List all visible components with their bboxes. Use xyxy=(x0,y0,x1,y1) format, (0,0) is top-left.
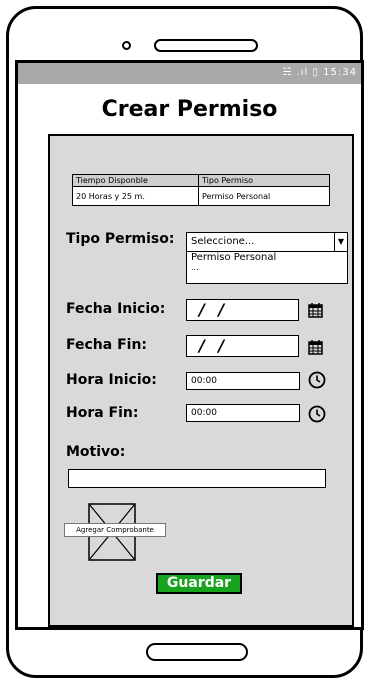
hora-fin-input[interactable]: 00:00 xyxy=(186,404,300,422)
info-col2-value: Permiso Personal xyxy=(202,192,271,201)
fecha-inicio-label: Fecha Inicio: xyxy=(66,301,166,317)
home-button[interactable] xyxy=(146,643,248,661)
add-comprobante-button[interactable]: Agregar Comprobante xyxy=(64,523,166,537)
tipo-permiso-label: Tipo Permiso: xyxy=(66,231,175,247)
tipo-permiso-selected: Seleccione... xyxy=(191,236,255,247)
fecha-fin-label: Fecha Fin: xyxy=(66,337,148,353)
calendar-icon[interactable] xyxy=(308,339,323,355)
clock-icon[interactable] xyxy=(308,405,326,423)
option-permiso-personal[interactable]: Permiso Personal xyxy=(191,252,347,264)
speaker-icon xyxy=(154,39,258,52)
hora-inicio-input[interactable]: 00:00 xyxy=(186,372,300,390)
option-more[interactable]: ... xyxy=(191,264,347,272)
tipo-permiso-select[interactable]: Seleccione... ▼ xyxy=(186,232,348,252)
clock-icon[interactable] xyxy=(308,371,326,389)
fecha-inicio-input[interactable]: / / xyxy=(186,299,299,321)
hora-inicio-label: Hora Inicio: xyxy=(66,372,157,388)
motivo-input[interactable] xyxy=(68,469,326,488)
calendar-icon[interactable] xyxy=(308,302,323,318)
fecha-fin-input[interactable]: / / xyxy=(186,335,299,357)
hora-fin-label: Hora Fin: xyxy=(66,405,139,421)
page-title: Crear Permiso xyxy=(101,97,278,122)
info-col2-header: Tipo Permiso xyxy=(199,175,329,187)
form-panel: Tiempo Disponble Tipo Permiso 20 Horas y… xyxy=(48,134,354,627)
screen: ☵ .ıl ▯ 15:34 Crear Permiso Tiempo Dispo… xyxy=(15,60,364,630)
info-table: Tiempo Disponble Tipo Permiso 20 Horas y… xyxy=(72,174,330,206)
tipo-permiso-options: Permiso Personal ... xyxy=(186,252,348,284)
signal-icon: .ıl xyxy=(296,67,309,78)
motivo-label: Motivo: xyxy=(66,444,126,460)
status-bar: ☵ .ıl ▯ 15:34 xyxy=(18,63,361,84)
wifi-icon: ☵ xyxy=(282,67,293,78)
chevron-down-icon[interactable]: ▼ xyxy=(334,233,347,251)
info-col1-header: Tiempo Disponble xyxy=(73,175,199,187)
battery-icon: ▯ xyxy=(312,67,319,78)
save-button[interactable]: Guardar xyxy=(156,573,242,594)
status-time: 15:34 xyxy=(323,67,357,78)
info-col1-value: 20 Horas y 25 m. xyxy=(73,187,199,206)
camera-icon xyxy=(122,41,131,50)
status-icons: ☵ .ıl ▯ 15:34 xyxy=(282,67,357,78)
